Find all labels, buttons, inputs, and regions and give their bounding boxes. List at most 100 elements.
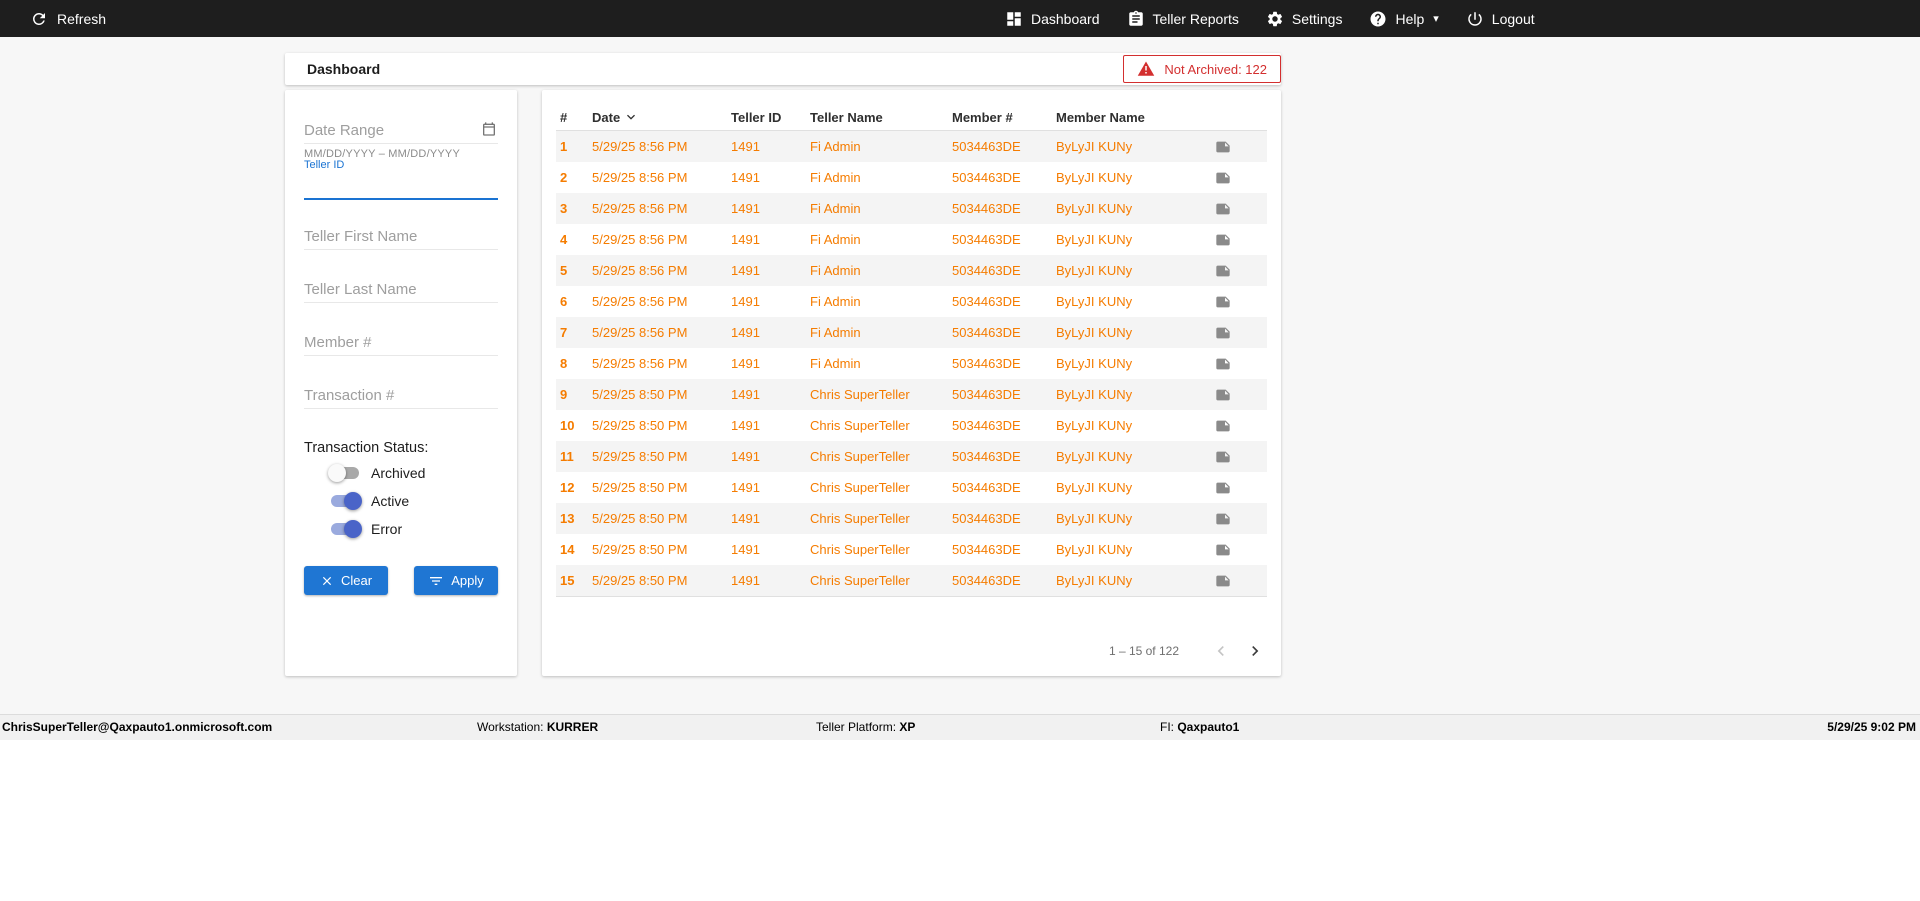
column-header-number[interactable]: # [556, 110, 588, 125]
cell-member-name: ByLyJI KUNy [1056, 511, 1133, 526]
note-icon[interactable] [1215, 449, 1231, 465]
cell-date: 5/29/25 8:56 PM [592, 139, 688, 154]
nav-help[interactable]: Help ▾ [1369, 10, 1439, 28]
member-number-field-wrap [304, 329, 498, 356]
cell-member-name: ByLyJI KUNy [1056, 139, 1133, 154]
table-row[interactable]: 14 5/29/25 8:50 PM 1491 Chris SuperTeller 50… [556, 534, 1267, 565]
nav-teller-reports-label: Teller Reports [1152, 10, 1239, 27]
cell-teller-name: Chris SuperTeller [810, 511, 910, 526]
teller-id-label: Teller ID [304, 159, 345, 171]
cell-member-name: ByLyJI KUNy [1056, 449, 1133, 464]
nav-settings[interactable]: Settings [1266, 10, 1342, 28]
cell-member-name: ByLyJI KUNy [1056, 170, 1133, 185]
note-icon[interactable] [1215, 201, 1231, 217]
column-header-member-name[interactable]: Member Name [1052, 110, 1211, 125]
note-icon[interactable] [1215, 232, 1231, 248]
main-content: Dashboard Not Archived: 122 MM/DD/YYYY –… [0, 37, 1920, 714]
note-icon[interactable] [1215, 325, 1231, 341]
current-datetime: 5/29/25 9:02 PM [1827, 720, 1916, 734]
teller-last-name-input[interactable] [304, 276, 498, 303]
workstation-value: KURRER [546, 720, 599, 734]
table-row[interactable]: 11 5/29/25 8:50 PM 1491 Chris SuperTeller 50… [556, 441, 1267, 472]
cell-member-name: ByLyJI KUNy [1056, 232, 1133, 247]
cell-date: 5/29/25 8:50 PM [592, 480, 688, 495]
table-row[interactable]: 2 5/29/25 8:56 PM 1491 Fi Admin 5034463DE ByL… [556, 162, 1267, 193]
cell-member-number: 5034463DE [952, 511, 1021, 526]
row-number: 4 [560, 232, 568, 247]
previous-page-button[interactable] [1209, 639, 1233, 663]
cell-note [1211, 418, 1267, 434]
workstation-label: Workstation: [477, 720, 544, 734]
column-header-member-number[interactable]: Member # [948, 110, 1052, 125]
toggle-active[interactable] [330, 492, 362, 510]
member-number-input[interactable] [304, 329, 498, 356]
note-icon[interactable] [1215, 170, 1231, 186]
note-icon[interactable] [1215, 542, 1231, 558]
cell-member-name: ByLyJI KUNy [1056, 325, 1133, 340]
cell-note [1211, 573, 1267, 589]
cell-teller-id: 1491 [731, 232, 760, 247]
cell-date: 5/29/25 8:50 PM [592, 511, 688, 526]
table-row[interactable]: 5 5/29/25 8:56 PM 1491 Fi Admin 5034463DE ByL… [556, 255, 1267, 286]
teller-first-name-input[interactable] [304, 223, 498, 250]
cell-note [1211, 232, 1267, 248]
column-header-date[interactable]: Date [588, 109, 727, 125]
cell-member-number: 5034463DE [952, 449, 1021, 464]
note-icon[interactable] [1215, 573, 1231, 589]
nav-help-label: Help [1395, 10, 1425, 27]
note-icon[interactable] [1215, 387, 1231, 403]
note-icon[interactable] [1215, 511, 1231, 527]
table-row[interactable]: 13 5/29/25 8:50 PM 1491 Chris SuperTeller 50… [556, 503, 1267, 534]
transaction-number-input[interactable] [304, 382, 498, 409]
table-row[interactable]: 8 5/29/25 8:56 PM 1491 Fi Admin 5034463DE ByL… [556, 348, 1267, 379]
nav-logout[interactable]: Logout [1466, 10, 1535, 28]
table-row[interactable]: 3 5/29/25 8:56 PM 1491 Fi Admin 5034463DE ByL… [556, 193, 1267, 224]
note-icon[interactable] [1215, 139, 1231, 155]
toggle-label: Error [371, 521, 403, 537]
note-icon[interactable] [1215, 356, 1231, 372]
cell-teller-id: 1491 [731, 449, 760, 464]
teller-id-input[interactable] [304, 172, 498, 200]
table-row[interactable]: 1 5/29/25 8:56 PM 1491 Fi Admin 5034463DE ByL… [556, 131, 1267, 162]
table-row[interactable]: 6 5/29/25 8:56 PM 1491 Fi Admin 5034463DE ByL… [556, 286, 1267, 317]
row-number: 5 [560, 263, 568, 278]
next-page-button[interactable] [1243, 639, 1267, 663]
cell-note [1211, 480, 1267, 496]
date-range-input[interactable] [304, 117, 498, 144]
table-row[interactable]: 10 5/29/25 8:50 PM 1491 Chris SuperTeller 50… [556, 410, 1267, 441]
transaction-status-label: Transaction Status: [304, 440, 429, 456]
toggles: Archived Active Error [328, 464, 425, 538]
table-row[interactable]: 9 5/29/25 8:50 PM 1491 Chris SuperTeller 503… [556, 379, 1267, 410]
note-icon[interactable] [1215, 480, 1231, 496]
cell-teller-name: Fi Admin [810, 263, 861, 278]
cell-member-number: 5034463DE [952, 201, 1021, 216]
nav-teller-reports[interactable]: Teller Reports [1127, 10, 1239, 28]
cell-teller-id: 1491 [731, 139, 760, 154]
cell-note [1211, 139, 1267, 155]
filter-panel: MM/DD/YYYY – MM/DD/YYYY Teller ID Transa… [285, 90, 517, 676]
note-icon[interactable] [1215, 294, 1231, 310]
note-icon[interactable] [1215, 263, 1231, 279]
note-icon[interactable] [1215, 418, 1231, 434]
chevron-left-icon [1217, 646, 1224, 656]
not-archived-badge[interactable]: Not Archived: 122 [1123, 55, 1281, 83]
calendar-icon[interactable] [481, 121, 497, 137]
table-row[interactable]: 7 5/29/25 8:56 PM 1491 Fi Admin 5034463DE ByL… [556, 317, 1267, 348]
column-header-teller-id[interactable]: Teller ID [727, 110, 806, 125]
table-row[interactable]: 15 5/29/25 8:50 PM 1491 Chris SuperTeller 50… [556, 565, 1267, 596]
clear-button[interactable]: Clear [304, 566, 388, 595]
nav-dashboard[interactable]: Dashboard [1005, 10, 1100, 28]
toggle-archived[interactable] [328, 464, 360, 482]
cell-note [1211, 449, 1267, 465]
cell-member-number: 5034463DE [952, 139, 1021, 154]
refresh-button[interactable]: Refresh [30, 0, 106, 37]
toggle-error[interactable] [330, 520, 362, 538]
cell-member-name: ByLyJI KUNy [1056, 418, 1133, 433]
transactions-panel: # Date Teller ID Teller Name Member # Me… [542, 90, 1281, 676]
pagination: 1 – 15 of 122 [1109, 638, 1267, 664]
table-row[interactable]: 12 5/29/25 8:50 PM 1491 Chris SuperTeller 50… [556, 472, 1267, 503]
cell-note [1211, 356, 1267, 372]
apply-button[interactable]: Apply [414, 566, 498, 595]
table-row[interactable]: 4 5/29/25 8:56 PM 1491 Fi Admin 5034463DE ByL… [556, 224, 1267, 255]
column-header-teller-name[interactable]: Teller Name [806, 110, 948, 125]
